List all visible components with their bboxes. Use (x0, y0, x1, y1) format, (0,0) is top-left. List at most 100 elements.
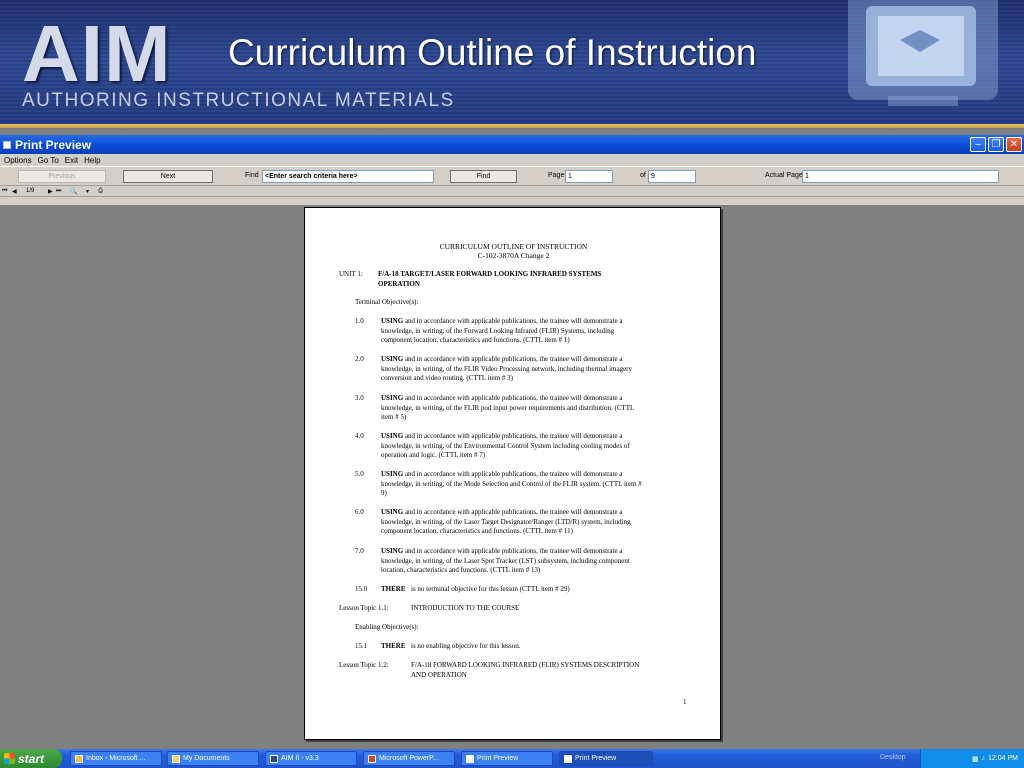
window-title: Print Preview (15, 137, 92, 152)
window-app-icon (466, 754, 474, 763)
print-preview-window: Print Preview – ❐ ✕ Options Go To Exit H… (0, 135, 1024, 749)
taskbar-item-label: Print Preview (477, 755, 519, 762)
actual-page-field[interactable]: 1 (802, 170, 999, 183)
objective-15-1-text: is no enabling objective for this lesson… (411, 642, 521, 650)
objective-number: 6.0 (355, 508, 364, 516)
menu-go-to[interactable]: Go To (37, 156, 64, 165)
system-tray: ▩ ♪ 12:04 PM (920, 749, 1024, 768)
desktop-toolbar-label[interactable]: Desktop (880, 754, 906, 761)
objective-line-1: USING and in accordance with applicable … (381, 508, 695, 518)
taskbar-item-print-preview-2[interactable]: Print Preview (559, 751, 653, 766)
objective-line-3: location, characteristics and functions.… (381, 566, 541, 575)
aim-logo: AIM (22, 9, 172, 98)
objective-line-1: USING and in accordance with applicable … (381, 470, 695, 480)
next-button[interactable]: Next (123, 170, 213, 183)
objective-keyword: USING (381, 317, 404, 325)
aim-app-icon (270, 754, 278, 763)
lesson-topic-1-2-label: Lesson Topic 1.2: (339, 661, 389, 669)
menu-exit[interactable]: Exit (64, 156, 83, 165)
objective-number: 7.0 (355, 547, 364, 555)
objective-15-text: is no terminal objective for this lesson… (411, 585, 570, 593)
objective-line-2: knowledge, in writing, of the Forward Lo… (381, 326, 615, 335)
menu-options[interactable]: Options (3, 156, 37, 165)
print-icon[interactable]: ⎙ (98, 188, 110, 195)
objective-number: 5.0 (355, 470, 364, 478)
first-page-icon[interactable]: ⏮ (2, 188, 12, 195)
page-count: 1/9 (26, 188, 35, 194)
objective-line-2: knowledge, in writing, of the FLIR pod i… (381, 403, 635, 412)
lesson-topic-1-1-title: INTRODUCTION TO THE COURSE (411, 604, 520, 612)
close-button[interactable]: ✕ (1006, 137, 1022, 152)
taskbar-item-print-preview-1[interactable]: Print Preview (461, 751, 553, 766)
objective-keyword: USING (381, 547, 404, 555)
preview-area[interactable]: CURRICULUM OUTLINE OF INSTRUCTION C-102-… (0, 205, 1024, 749)
aim-banner: AIM AUTHORING INSTRUCTIONAL MATERIALS Cu… (0, 0, 1024, 128)
find-input[interactable]: <Enter search criteria here> (262, 170, 434, 183)
objective-line-3: conversion and video routing. (CTTL item… (381, 374, 513, 383)
folder-icon (172, 754, 180, 763)
objective-15-1-number: 15.1 (355, 642, 368, 650)
objective-line-1-text: and in accordance with applicable public… (404, 394, 623, 402)
objective-15-keyword: THERE (381, 585, 406, 593)
taskbar-item-my-documents[interactable]: My Documents (167, 751, 259, 766)
zoom-dropdown-icon[interactable]: ▾ (86, 188, 98, 195)
objective-line-3: component location, characteristics and … (381, 527, 573, 536)
objective-line-1-text: and in accordance with applicable public… (404, 317, 623, 325)
next-page-icon[interactable]: ▶ (48, 188, 56, 195)
computer-monitor-icon (848, 0, 998, 106)
last-page-icon[interactable]: ⏭ (56, 188, 70, 195)
find-button[interactable]: Find (450, 170, 517, 183)
menu-help[interactable]: Help (83, 156, 105, 165)
objective-line-1-text: and in accordance with applicable public… (404, 508, 623, 516)
objective-keyword: USING (381, 432, 404, 440)
windows-logo-icon (4, 753, 15, 764)
window-app-icon (564, 754, 572, 763)
network-icon[interactable]: ▩ (972, 755, 979, 763)
zoom-icon[interactable]: 🔍 (70, 188, 86, 195)
objective-line-3: operation and logic. (CTTL item # 7) (381, 451, 486, 460)
objective-line-3: component location, characteristics and … (381, 336, 570, 345)
objective-line-1-text: and in accordance with applicable public… (404, 355, 623, 363)
start-label: start (18, 751, 45, 766)
objective-line-2: knowledge, in writing, of the Laser Spot… (381, 556, 630, 565)
taskbar-item-powerpoint[interactable]: Microsoft PowerP... (363, 751, 455, 766)
unit-title-line2: OPERATION (378, 279, 420, 288)
clock[interactable]: 12:04 PM (988, 755, 1018, 762)
page-total-field: 9 (648, 170, 696, 183)
objective-number: 4.0 (355, 432, 364, 440)
previous-button[interactable]: Previous (18, 170, 106, 183)
objective-keyword: USING (381, 470, 404, 478)
taskbar-item-label: My Documents (183, 755, 230, 762)
volume-icon[interactable]: ♪ (982, 755, 986, 762)
objective-line-2: knowledge, in writing, of the Environmen… (381, 441, 630, 450)
lesson-topic-1-1-label: Lesson Topic 1.1: (339, 604, 389, 612)
page-number-field[interactable]: 1 (565, 170, 613, 183)
minimize-button[interactable]: – (970, 137, 986, 152)
windows-taskbar: start Inbox - Microsoft ... My Documents… (0, 749, 1024, 768)
objective-line-1-text: and in accordance with applicable public… (404, 470, 623, 478)
window-titlebar[interactable]: Print Preview – ❐ ✕ (0, 135, 1024, 154)
taskbar-item-inbox[interactable]: Inbox - Microsoft ... (70, 751, 162, 766)
objective-keyword: USING (381, 508, 404, 516)
page-number: 1 (683, 698, 687, 706)
document-page: CURRICULUM OUTLINE OF INSTRUCTION C-102-… (304, 207, 721, 740)
objective-line-1-text: and in accordance with applicable public… (404, 432, 623, 440)
objective-line-1: USING and in accordance with applicable … (381, 355, 695, 365)
objective-line-1-text: and in accordance with applicable public… (404, 547, 623, 555)
maximize-button[interactable]: ❐ (988, 137, 1004, 152)
terminal-objectives-heading: Terminal Objective(s): (355, 298, 419, 306)
taskbar-item-label: Inbox - Microsoft ... (86, 755, 146, 762)
taskbar-item-aim[interactable]: AIM II - v3.3 (265, 751, 357, 766)
objective-number: 1.0 (355, 317, 364, 325)
window-app-icon (3, 140, 11, 149)
actual-page-label: Actual Page (765, 172, 803, 179)
unit-label: UNIT 1: (339, 270, 363, 278)
objective-number: 3.0 (355, 394, 364, 402)
of-label: of (640, 172, 646, 179)
prev-page-icon[interactable]: ◀ (12, 188, 26, 195)
aim-logo-subtitle: AUTHORING INSTRUCTIONAL MATERIALS (22, 90, 455, 111)
doc-header-title: CURRICULUM OUTLINE OF INSTRUCTION (439, 242, 588, 251)
lesson-topic-1-2-title-line2: AND OPERATION (411, 670, 467, 679)
objective-keyword: USING (381, 355, 404, 363)
start-button[interactable]: start (0, 749, 62, 768)
